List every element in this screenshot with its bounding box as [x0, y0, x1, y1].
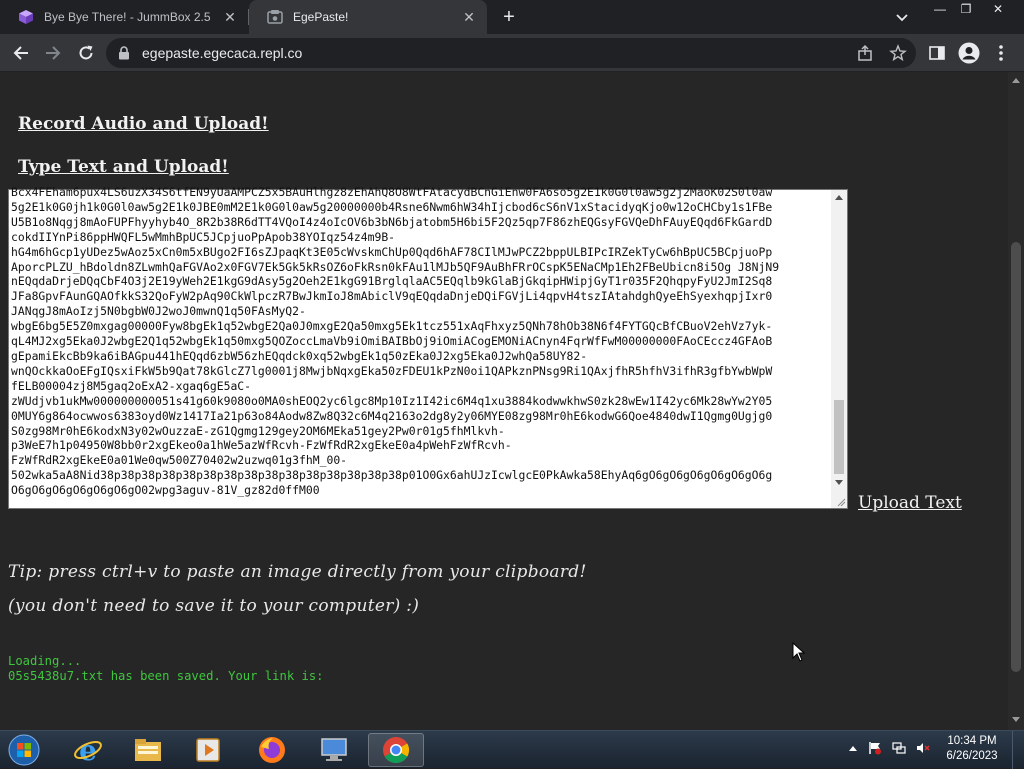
resize-grip-icon[interactable] — [836, 497, 846, 507]
text-line: AporcPLZU_hBdoldn8ZLwmhQaFGVAo2x0FGV7Ek5… — [11, 259, 780, 274]
text-line: O6gO6gO6gO6gO6gO6gO02wpg3aguv-81V_gz82d0… — [11, 483, 320, 498]
address-bar[interactable]: egepaste.egecaca.repl.co — [106, 38, 916, 68]
text-line: gEpamiEkcBb9ka6iBAGpu441hEQqd6zbW56zhEQq… — [11, 348, 588, 363]
url-text: egepaste.egecaca.repl.co — [142, 45, 303, 61]
text-line: U5B1o8Nqgj8mAoFUPFhyyhyb4O_8R2b38R6dTT4V… — [11, 214, 773, 229]
share-icon[interactable] — [856, 44, 874, 62]
side-panel-button[interactable] — [926, 42, 948, 64]
taskbar-file-explorer[interactable] — [120, 733, 176, 767]
page-scroll-up-icon[interactable] — [1012, 78, 1020, 83]
tab-search-chevron-icon[interactable] — [894, 9, 910, 25]
text-line: fELB00004zj8M5gaq2oExA2-xgaq6gE5aC- — [11, 378, 252, 393]
text-line: cokdIIYnPi86ppHWQFL5wMmhBpUC5JCpjuoPpApo… — [11, 229, 396, 244]
record-audio-link[interactable]: Record Audio and Upload! — [18, 114, 269, 134]
tab-egepaste[interactable]: EgePaste! ✕ — [249, 0, 487, 34]
side-panel-icon — [929, 46, 945, 60]
back-button[interactable] — [10, 42, 32, 64]
remote-desktop-icon — [321, 738, 347, 761]
minimize-button[interactable]: — — [926, 0, 954, 18]
menu-button[interactable] — [990, 42, 1012, 64]
media-player-icon — [196, 738, 220, 762]
avatar-icon — [958, 42, 980, 64]
new-tab-button[interactable]: + — [497, 6, 521, 28]
start-button[interactable] — [4, 733, 44, 767]
tip-line-2: (you don't need to save it to your compu… — [8, 596, 420, 616]
text-line: nEQqdaDrjeDQqCbF4O3j2E19yWeh2E1kgG9dAsy5… — [11, 274, 773, 289]
windows-start-icon — [8, 734, 40, 766]
bookmark-star-icon[interactable] — [889, 44, 907, 62]
egepaste-favicon-icon — [267, 10, 283, 24]
network-icon[interactable] — [892, 741, 906, 755]
back-arrow-icon — [13, 46, 28, 60]
browser-toolbar: egepaste.egecaca.repl.co — [0, 34, 1024, 72]
reload-button[interactable] — [75, 42, 97, 64]
profile-button[interactable] — [958, 42, 980, 64]
console-loading: Loading... — [8, 654, 82, 668]
tab-title: EgePaste! — [293, 10, 349, 24]
upload-text-button[interactable]: Upload Text — [858, 493, 962, 513]
restore-button[interactable]: ❐ — [952, 0, 980, 18]
text-line: JANqgJ8mAoIzj5N0bgbW0J2woJ0mwnQ1q50FAsMy… — [11, 304, 306, 319]
system-clock[interactable]: 10:34 PM 6/26/2023 — [942, 734, 1002, 764]
taskbar-internet-explorer[interactable]: e — [60, 733, 116, 767]
text-line: hG4m6hGcp1yUDez5wAoz5xCn0m5xBUgo2FI6sZJp… — [11, 244, 773, 259]
page-scrollbar[interactable] — [1008, 72, 1024, 730]
close-tab-icon[interactable]: ✕ — [222, 9, 238, 25]
svg-text:e: e — [79, 735, 97, 765]
taskbar-remote-desktop[interactable] — [306, 733, 362, 767]
kebab-menu-icon — [999, 45, 1003, 61]
tab-title: Bye Bye There! - JummBox 2.5 — [44, 10, 211, 24]
forward-button[interactable] — [42, 42, 64, 64]
tip-line-1: Tip: press ctrl+v to paste an image dire… — [8, 562, 587, 582]
mouse-cursor-icon — [792, 642, 806, 662]
clock-time: 10:34 PM — [947, 735, 997, 747]
text-line: Bcx4FEham6pux4LS6uzX34S6tfEN9yUaAMPCZ5x5… — [11, 185, 773, 199]
textarea-scroll-thumb[interactable] — [834, 400, 844, 474]
taskbar: e 10:34 PM 6/26/2023 — [0, 730, 1024, 769]
action-center-flag-icon[interactable] — [868, 741, 882, 755]
forward-arrow-icon — [46, 46, 61, 60]
clock-date: 6/26/2023 — [946, 750, 998, 762]
text-line: 0MUY6g864ocwwos6383oyd0Wz1417Ia21p63o84A… — [11, 408, 773, 423]
text-input-area[interactable]: Bcx4FEham6pux4LS6uzX34S6tfEN9yUaAMPCZ5x5… — [8, 185, 848, 509]
jummbox-cube-icon — [19, 10, 33, 24]
taskbar-chrome[interactable] — [368, 733, 424, 767]
text-content[interactable]: Bcx4FEham6pux4LS6uzX34S6tfEN9yUaAMPCZ5x5… — [11, 185, 829, 505]
volume-muted-icon[interactable] — [916, 741, 930, 755]
reload-icon — [79, 45, 93, 60]
textarea-scrollbar[interactable] — [831, 190, 847, 508]
scroll-up-arrow-icon[interactable] — [835, 195, 843, 200]
firefox-icon — [259, 737, 285, 763]
text-line: JFa8GpvFAunGQAOfkkS32QoFyW2pAq90CkWlpczR… — [11, 289, 773, 304]
text-line: 5g2E1k0G0jh1k0G0l0aw5g2E1k0JBE0mM2E1k0G0… — [11, 199, 773, 214]
close-window-button[interactable]: ✕ — [984, 0, 1012, 18]
saved-message-text: 05s5438u7.txt has been saved. Your link … — [8, 669, 324, 683]
text-line: FzWfRdR2xgEkeE0a01We0qw500Z70402w2uzwq01… — [11, 453, 348, 468]
show-hidden-icons-icon[interactable] — [846, 741, 860, 755]
lock-icon[interactable] — [118, 46, 130, 60]
text-line: zWUdjvb1ukMw000000000051s41g60k9080o0MA0… — [11, 393, 773, 408]
page-scroll-down-icon[interactable] — [1012, 717, 1020, 722]
taskbar-firefox[interactable] — [244, 733, 300, 767]
page-content: Record Audio and Upload! Type Text and U… — [0, 72, 1008, 730]
text-line: wbgE6bg5E5Z0mxgag00000Fyw8bgEk1q52wbgE2Q… — [11, 319, 773, 334]
text-line: S0zg98Mr0hE6kodxN3y02wOuzzaE-zG1Qgmg129g… — [11, 423, 505, 438]
text-line: qL4MJ2xg5Eka0J2wbgE2Q1q52wbgEk1q50mxg5QO… — [11, 334, 773, 349]
text-line: p3WeE7h1p04950W8bb0r2xgEkeo0a1hWe5azWfRc… — [11, 438, 512, 453]
file-explorer-icon — [135, 739, 161, 761]
page-scroll-thumb[interactable] — [1011, 242, 1021, 672]
tab-jummbox[interactable]: Bye Bye There! - JummBox 2.5 ✕ — [0, 0, 248, 34]
text-line: 502wka5aA8Nid38p38p38p38p38p38p38p38p38p… — [11, 468, 773, 483]
chrome-icon — [383, 737, 410, 764]
close-tab-icon[interactable]: ✕ — [461, 9, 477, 25]
scroll-down-arrow-icon[interactable] — [835, 480, 843, 485]
internet-explorer-icon: e — [74, 735, 102, 765]
text-line: wnQOckkaOoEFgIQsxiFkW5b9Qat78kGlcZ7lg000… — [11, 363, 773, 378]
console-saved-message: 05s5438u7.txt has been saved. Your link … — [8, 669, 324, 683]
tab-strip: Bye Bye There! - JummBox 2.5 ✕ EgePaste!… — [0, 0, 1024, 34]
show-desktop-button[interactable] — [1012, 731, 1024, 769]
type-text-link[interactable]: Type Text and Upload! — [18, 157, 229, 177]
taskbar-media-player[interactable] — [180, 733, 236, 767]
